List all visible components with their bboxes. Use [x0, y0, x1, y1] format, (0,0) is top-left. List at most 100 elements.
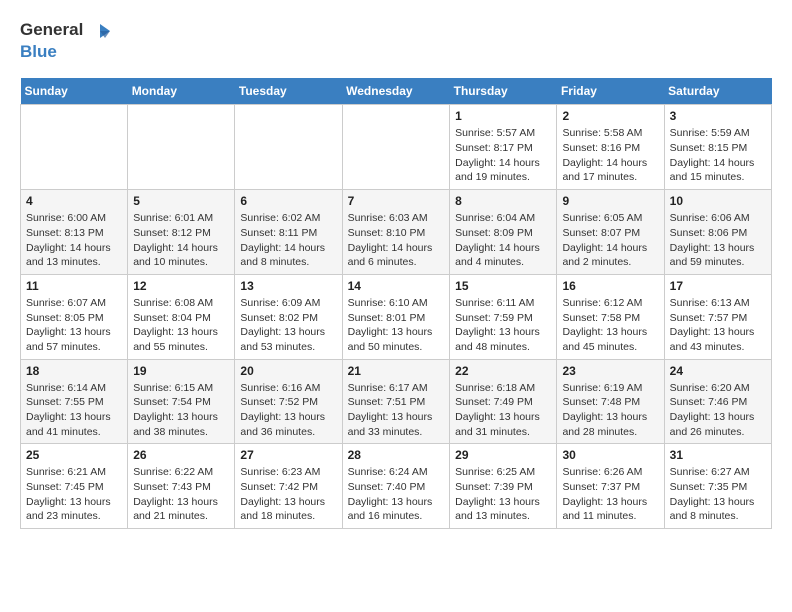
day-info: Sunrise: 5:59 AM Sunset: 8:15 PM Dayligh…	[670, 126, 766, 185]
day-number: 17	[670, 279, 766, 293]
day-number: 16	[562, 279, 658, 293]
day-number: 27	[240, 448, 336, 462]
header-day: Sunday	[21, 78, 128, 105]
calendar-cell: 19Sunrise: 6:15 AM Sunset: 7:54 PM Dayli…	[128, 359, 235, 444]
calendar-cell: 9 Sunrise: 6:05 AM Sunset: 8:07 PM Daylig…	[557, 190, 664, 275]
day-info: Sunrise: 6:10 AM Sunset: 8:01 PM Dayligh…	[348, 296, 445, 355]
calendar-cell: 12 Sunrise: 6:08 AM Sunset: 8:04 PM Dayli…	[128, 274, 235, 359]
logo-arrow-icon	[90, 20, 112, 42]
logo: General Blue	[20, 20, 112, 62]
day-number: 20	[240, 364, 336, 378]
day-info: Sunrise: 6:11 AM Sunset: 7:59 PM Dayligh…	[455, 296, 551, 355]
header-row: SundayMondayTuesdayWednesdayThursdayFrid…	[21, 78, 772, 105]
day-number: 24	[670, 364, 766, 378]
day-info: Sunrise: 6:01 AM Sunset: 8:12 PM Dayligh…	[133, 211, 229, 270]
day-number: 19	[133, 364, 229, 378]
day-info: Sunrise: 6:02 AM Sunset: 8:11 PM Dayligh…	[240, 211, 336, 270]
day-number: 5	[133, 194, 229, 208]
day-number: 13	[240, 279, 336, 293]
day-number: 2	[562, 109, 658, 123]
day-info: Sunrise: 6:24 AM Sunset: 7:40 PM Dayligh…	[348, 465, 445, 524]
day-number: 3	[670, 109, 766, 123]
day-number: 9	[562, 194, 658, 208]
day-info: Sunrise: 6:19 AM Sunset: 7:48 PM Dayligh…	[562, 381, 658, 440]
page-header: General Blue	[20, 20, 772, 62]
day-info: Sunrise: 6:25 AM Sunset: 7:39 PM Dayligh…	[455, 465, 551, 524]
day-info: Sunrise: 6:20 AM Sunset: 7:46 PM Dayligh…	[670, 381, 766, 440]
calendar-cell	[342, 105, 450, 190]
day-info: Sunrise: 6:08 AM Sunset: 8:04 PM Dayligh…	[133, 296, 229, 355]
day-info: Sunrise: 6:14 AM Sunset: 7:55 PM Dayligh…	[26, 381, 122, 440]
calendar-cell: 3 Sunrise: 5:59 AM Sunset: 8:15 PM Daylig…	[664, 105, 771, 190]
header-day: Monday	[128, 78, 235, 105]
calendar-week: 25Sunrise: 6:21 AM Sunset: 7:45 PM Dayli…	[21, 444, 772, 529]
calendar-cell: 15 Sunrise: 6:11 AM Sunset: 7:59 PM Dayli…	[450, 274, 557, 359]
calendar-cell: 4Sunrise: 6:00 AM Sunset: 8:13 PM Daylig…	[21, 190, 128, 275]
calendar-cell: 24 Sunrise: 6:20 AM Sunset: 7:46 PM Dayli…	[664, 359, 771, 444]
day-info: Sunrise: 6:22 AM Sunset: 7:43 PM Dayligh…	[133, 465, 229, 524]
calendar-cell: 28 Sunrise: 6:24 AM Sunset: 7:40 PM Dayli…	[342, 444, 450, 529]
day-number: 1	[455, 109, 551, 123]
calendar-cell: 25Sunrise: 6:21 AM Sunset: 7:45 PM Dayli…	[21, 444, 128, 529]
calendar-cell: 8 Sunrise: 6:04 AM Sunset: 8:09 PM Daylig…	[450, 190, 557, 275]
calendar-cell: 29Sunrise: 6:25 AM Sunset: 7:39 PM Dayli…	[450, 444, 557, 529]
day-info: Sunrise: 5:58 AM Sunset: 8:16 PM Dayligh…	[562, 126, 658, 185]
day-number: 30	[562, 448, 658, 462]
day-info: Sunrise: 6:26 AM Sunset: 7:37 PM Dayligh…	[562, 465, 658, 524]
calendar-cell: 11 Sunrise: 6:07 AM Sunset: 8:05 PM Dayli…	[21, 274, 128, 359]
calendar-cell: 18 Sunrise: 6:14 AM Sunset: 7:55 PM Dayli…	[21, 359, 128, 444]
day-number: 31	[670, 448, 766, 462]
day-number: 7	[348, 194, 445, 208]
calendar-cell: 30 Sunrise: 6:26 AM Sunset: 7:37 PM Dayli…	[557, 444, 664, 529]
calendar-body: 1 Sunrise: 5:57 AM Sunset: 8:17 PM Daylig…	[21, 105, 772, 529]
day-info: Sunrise: 6:18 AM Sunset: 7:49 PM Dayligh…	[455, 381, 551, 440]
day-number: 6	[240, 194, 336, 208]
calendar-cell	[21, 105, 128, 190]
day-info: Sunrise: 6:03 AM Sunset: 8:10 PM Dayligh…	[348, 211, 445, 270]
calendar-cell: 6 Sunrise: 6:02 AM Sunset: 8:11 PM Daylig…	[235, 190, 342, 275]
calendar-week: 11 Sunrise: 6:07 AM Sunset: 8:05 PM Dayli…	[21, 274, 772, 359]
day-info: Sunrise: 6:27 AM Sunset: 7:35 PM Dayligh…	[670, 465, 766, 524]
header-day: Tuesday	[235, 78, 342, 105]
calendar-cell: 26 Sunrise: 6:22 AM Sunset: 7:43 PM Dayli…	[128, 444, 235, 529]
day-number: 11	[26, 279, 122, 293]
day-number: 25	[26, 448, 122, 462]
day-number: 14	[348, 279, 445, 293]
calendar-cell: 2 Sunrise: 5:58 AM Sunset: 8:16 PM Daylig…	[557, 105, 664, 190]
day-number: 22	[455, 364, 551, 378]
day-number: 8	[455, 194, 551, 208]
calendar-cell: 16 Sunrise: 6:12 AM Sunset: 7:58 PM Dayli…	[557, 274, 664, 359]
calendar-cell: 23Sunrise: 6:19 AM Sunset: 7:48 PM Dayli…	[557, 359, 664, 444]
calendar-header: SundayMondayTuesdayWednesdayThursdayFrid…	[21, 78, 772, 105]
day-info: Sunrise: 6:07 AM Sunset: 8:05 PM Dayligh…	[26, 296, 122, 355]
day-number: 12	[133, 279, 229, 293]
header-day: Friday	[557, 78, 664, 105]
calendar-cell	[128, 105, 235, 190]
calendar-table: SundayMondayTuesdayWednesdayThursdayFrid…	[20, 78, 772, 529]
calendar-cell: 10Sunrise: 6:06 AM Sunset: 8:06 PM Dayli…	[664, 190, 771, 275]
day-info: Sunrise: 6:04 AM Sunset: 8:09 PM Dayligh…	[455, 211, 551, 270]
day-number: 26	[133, 448, 229, 462]
day-info: Sunrise: 6:12 AM Sunset: 7:58 PM Dayligh…	[562, 296, 658, 355]
calendar-cell: 27 Sunrise: 6:23 AM Sunset: 7:42 PM Dayli…	[235, 444, 342, 529]
day-number: 18	[26, 364, 122, 378]
day-info: Sunrise: 6:09 AM Sunset: 8:02 PM Dayligh…	[240, 296, 336, 355]
day-info: Sunrise: 6:17 AM Sunset: 7:51 PM Dayligh…	[348, 381, 445, 440]
day-number: 28	[348, 448, 445, 462]
calendar-cell: 7 Sunrise: 6:03 AM Sunset: 8:10 PM Daylig…	[342, 190, 450, 275]
day-number: 15	[455, 279, 551, 293]
day-info: Sunrise: 5:57 AM Sunset: 8:17 PM Dayligh…	[455, 126, 551, 185]
calendar-cell: 22 Sunrise: 6:18 AM Sunset: 7:49 PM Dayli…	[450, 359, 557, 444]
day-info: Sunrise: 6:16 AM Sunset: 7:52 PM Dayligh…	[240, 381, 336, 440]
calendar-week: 1 Sunrise: 5:57 AM Sunset: 8:17 PM Daylig…	[21, 105, 772, 190]
header-day: Saturday	[664, 78, 771, 105]
logo-text: General Blue	[20, 20, 112, 62]
day-info: Sunrise: 6:13 AM Sunset: 7:57 PM Dayligh…	[670, 296, 766, 355]
calendar-week: 4Sunrise: 6:00 AM Sunset: 8:13 PM Daylig…	[21, 190, 772, 275]
day-info: Sunrise: 6:05 AM Sunset: 8:07 PM Dayligh…	[562, 211, 658, 270]
day-info: Sunrise: 6:23 AM Sunset: 7:42 PM Dayligh…	[240, 465, 336, 524]
calendar-cell: 20 Sunrise: 6:16 AM Sunset: 7:52 PM Dayli…	[235, 359, 342, 444]
calendar-cell: 1 Sunrise: 5:57 AM Sunset: 8:17 PM Daylig…	[450, 105, 557, 190]
calendar-cell	[235, 105, 342, 190]
day-info: Sunrise: 6:06 AM Sunset: 8:06 PM Dayligh…	[670, 211, 766, 270]
